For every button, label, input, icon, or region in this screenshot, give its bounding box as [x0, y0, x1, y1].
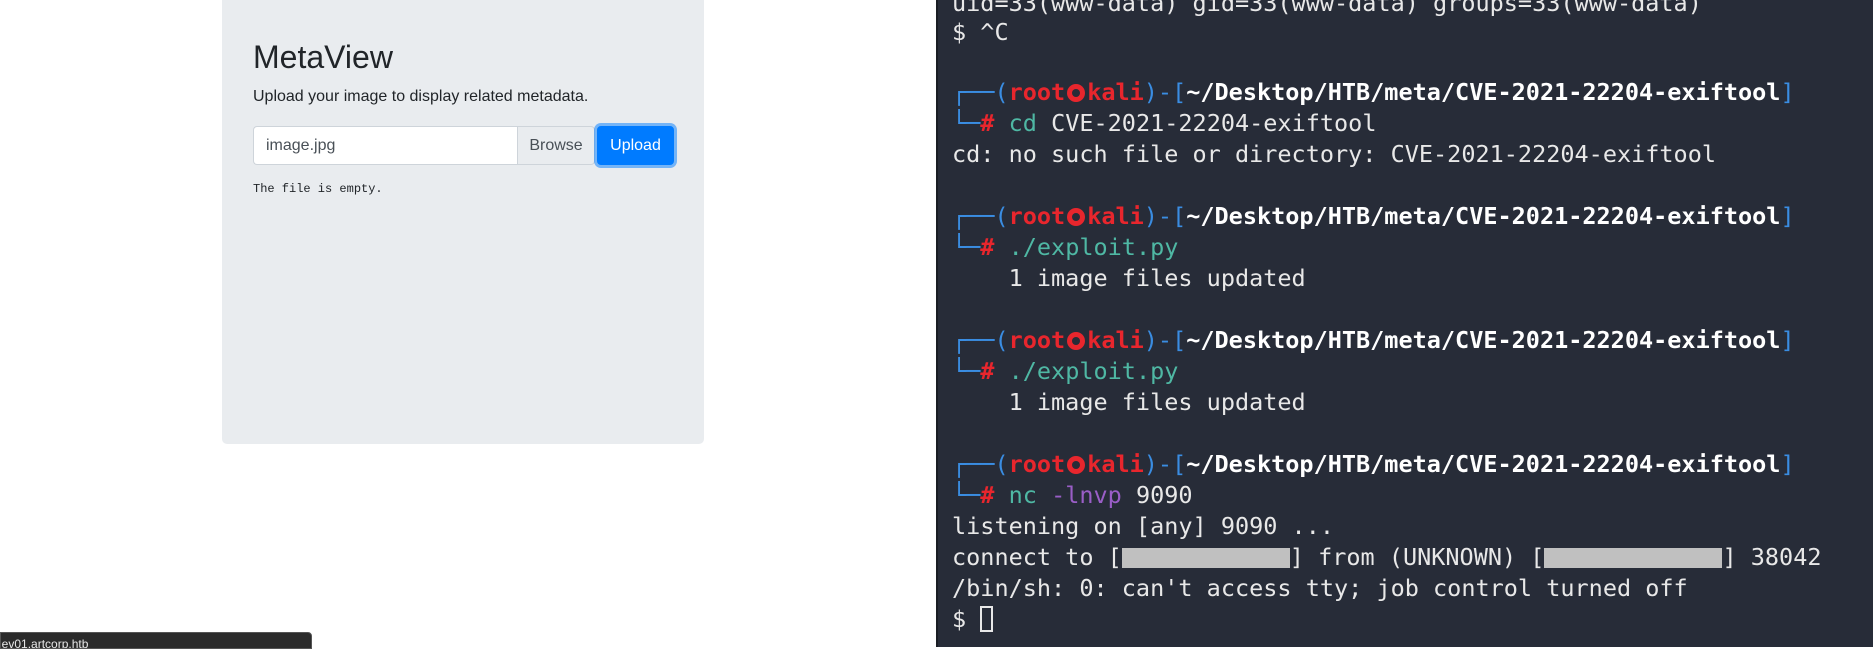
prompt-symbol: # — [980, 357, 995, 385]
kali-skull-icon — [1067, 332, 1086, 350]
prompt-user: root — [1008, 78, 1066, 106]
terminal-cursor — [980, 606, 994, 632]
command-output: /bin/sh: 0: can't access tty; job contro… — [952, 574, 1688, 602]
output-segment: ] 38042 — [1722, 543, 1822, 571]
command-flag: -lnvp — [1051, 481, 1122, 509]
prompt-user: root — [1008, 450, 1066, 478]
redacted-ip — [1121, 548, 1290, 568]
output-segment: ] from (UNKNOWN) [ — [1289, 543, 1545, 571]
prompt-symbol: # — [980, 233, 995, 261]
file-upload-group: image.jpg Browse Upload — [253, 126, 678, 165]
command-args: 9090 — [1135, 481, 1193, 509]
prompt-path: ~/Desktop/HTB/meta/CVE-2021-22204-exifto… — [1186, 78, 1781, 106]
command-output: connect to [ ] from (UNKNOWN) [ ] 38042 — [952, 542, 1822, 573]
command-line: └─# ./exploit.py — [952, 357, 1179, 385]
prompt-path: ~/Desktop/HTB/meta/CVE-2021-22204-exifto… — [1186, 450, 1781, 478]
command: nc — [1008, 481, 1037, 509]
upload-button[interactable]: Upload — [597, 126, 674, 165]
command-args: CVE-2021-22204-exiftool — [1051, 109, 1377, 137]
prompt-line: ┌──(root kali)-[~/Desktop/HTB/meta/CVE-20… — [952, 78, 1795, 106]
page-title: MetaView — [253, 39, 393, 75]
terminal-line-interrupt: $ ^C — [952, 18, 1009, 46]
prompt-user: root — [1008, 202, 1066, 230]
command: ./exploit.py — [1008, 233, 1179, 261]
terminal-window[interactable]: uid=33(www-data) gid=33(www-data) groups… — [938, 0, 1873, 647]
prompt-host: kali — [1087, 202, 1144, 230]
prompt-host: kali — [1087, 326, 1144, 354]
prompt-line: ┌──(root kali)-[~/Desktop/HTB/meta/CVE-20… — [952, 202, 1795, 230]
shell-prompt: $ — [952, 605, 981, 633]
prompt-host: kali — [1087, 450, 1144, 478]
page-lead: Upload your image to display related met… — [253, 88, 589, 105]
browser-viewport: MetaView Upload your image to display re… — [0, 0, 938, 649]
prompt-line: ┌──(root kali)-[~/Desktop/HTB/meta/CVE-20… — [952, 326, 1795, 354]
file-input[interactable]: image.jpg — [253, 126, 517, 165]
upload-card: MetaView Upload your image to display re… — [222, 0, 704, 444]
prompt-symbol: # — [980, 481, 995, 509]
status-bar-url: dev01.artcorp.htb — [0, 632, 312, 649]
command-output: cd: no such file or directory: CVE-2021-… — [952, 140, 1717, 168]
prompt-path: ~/Desktop/HTB/meta/CVE-2021-22204-exifto… — [1186, 202, 1781, 230]
terminal-line-partial: uid=33(www-data) gid=33(www-data) groups… — [952, 0, 1702, 17]
command: ./exploit.py — [1008, 357, 1179, 385]
output-segment: connect to [ — [952, 543, 1122, 571]
command-line: └─# ./exploit.py — [952, 233, 1179, 261]
kali-skull-icon — [1067, 456, 1086, 474]
kali-skull-icon — [1067, 84, 1086, 102]
command: cd — [1008, 109, 1037, 137]
command-line: └─# cd CVE-2021-22204-exiftool — [952, 109, 1377, 137]
kali-skull-icon — [1067, 208, 1086, 226]
status-bar-url-text: dev01.artcorp.htb — [0, 637, 89, 649]
prompt-line: ┌──(root kali)-[~/Desktop/HTB/meta/CVE-20… — [952, 450, 1795, 478]
prompt-host: kali — [1087, 78, 1144, 106]
redacted-ip — [1544, 548, 1723, 568]
prompt-path: ~/Desktop/HTB/meta/CVE-2021-22204-exifto… — [1186, 326, 1781, 354]
browse-button[interactable]: Browse — [517, 126, 595, 165]
shell-prompt-line[interactable]: $ — [952, 604, 994, 635]
command-output: listening on [any] 9090 ... — [952, 512, 1335, 540]
command-output: 1 image files updated — [952, 388, 1306, 416]
command-line: └─# nc -lnvp 9090 — [952, 481, 1193, 509]
prompt-symbol: # — [980, 109, 995, 137]
prompt-user: root — [1008, 326, 1066, 354]
command-output: 1 image files updated — [952, 264, 1306, 292]
status-message: The file is empty. — [253, 182, 383, 196]
